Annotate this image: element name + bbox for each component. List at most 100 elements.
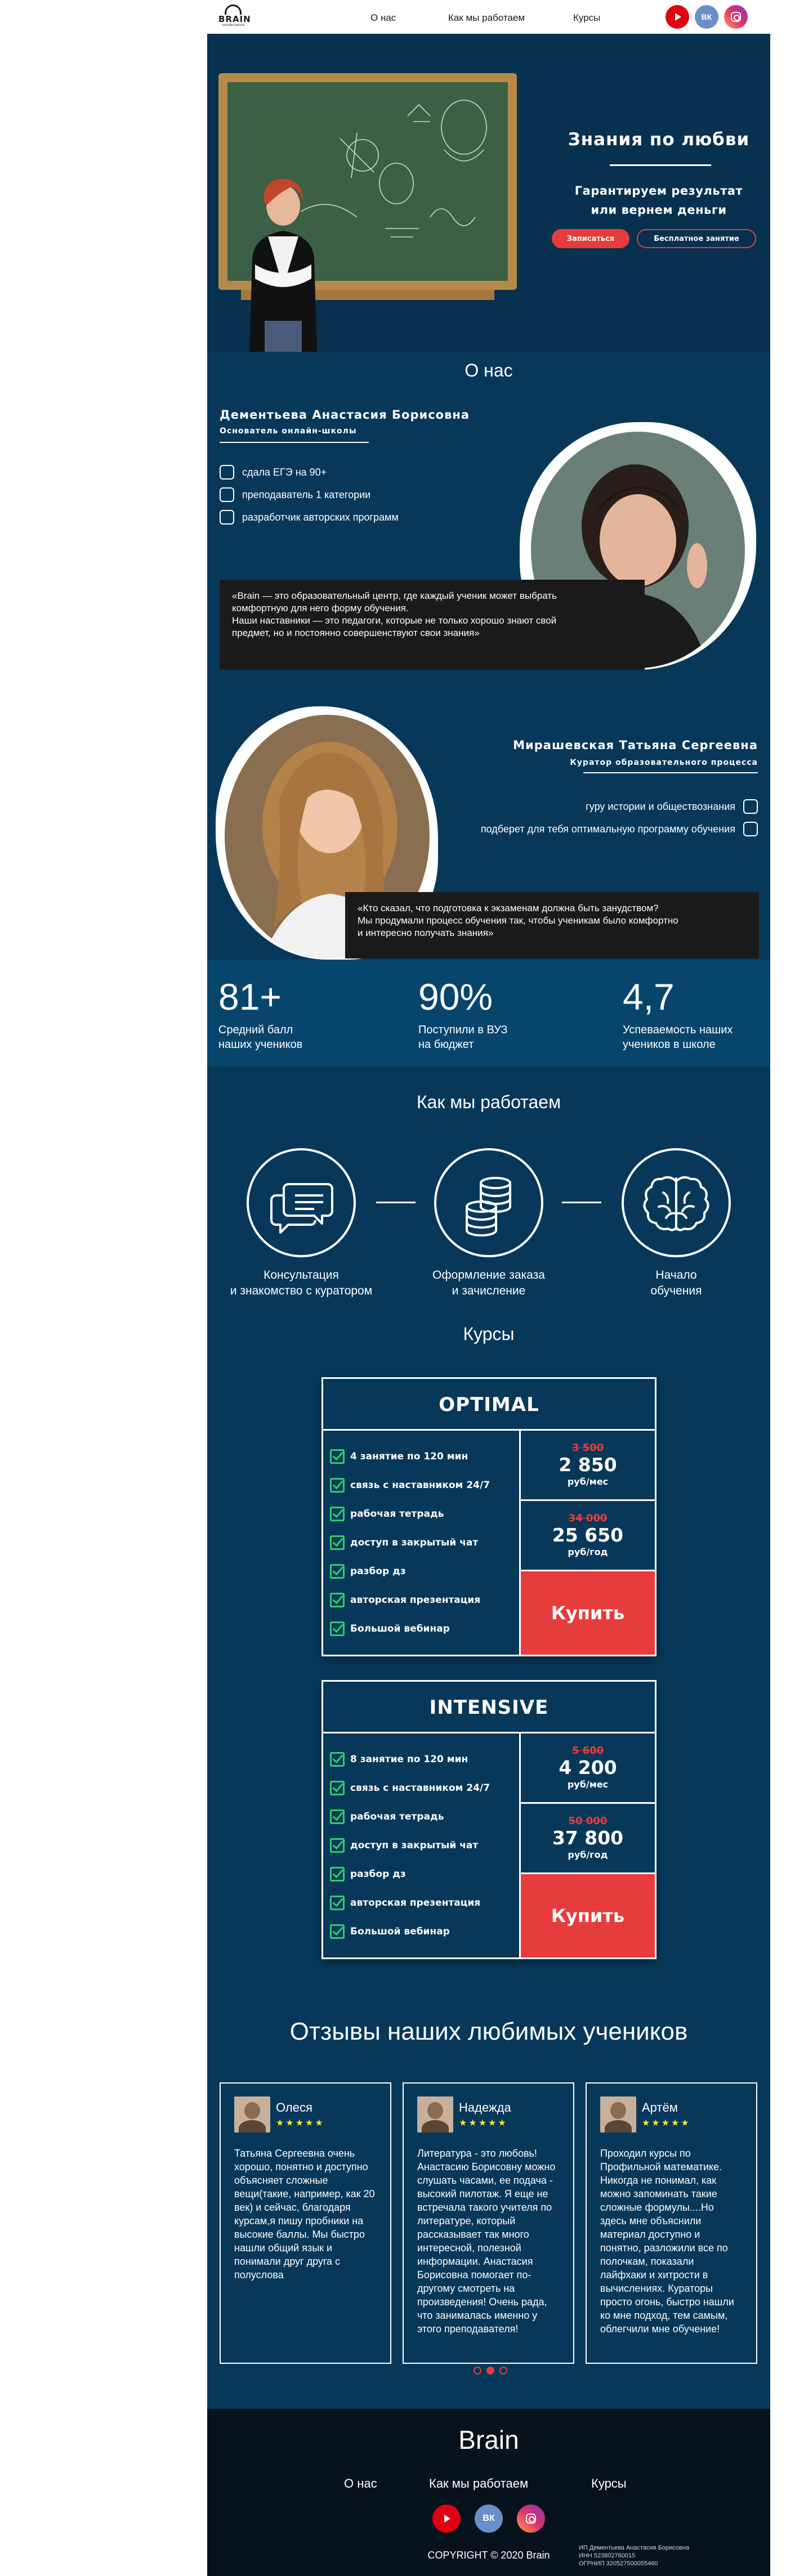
site-header: BRAIN онлайн-школа О нас Как мы работаем… [207, 0, 770, 34]
checkbox-icon [330, 1809, 345, 1824]
free-lesson-button[interactable]: Бесплатное занятие [637, 229, 756, 248]
chat-icon [270, 1183, 333, 1234]
course-feature-text: разбор дз [350, 1868, 406, 1880]
price-new: 25 650 [552, 1524, 624, 1546]
course-feature: доступ в закрытый чат [330, 1528, 516, 1557]
quote-line: предмет, но и постоянно совершенствуют с… [232, 628, 480, 638]
nav-about[interactable]: О нас [370, 12, 396, 24]
founder-role: Основатель онлайн-школы [220, 427, 357, 436]
step-label-line: и зачисление [452, 1284, 526, 1297]
reviews-title: Отзывы наших любимых учеников [289, 2018, 688, 2045]
hero-section: Знания по любви Гарантируем результат ил… [207, 34, 770, 352]
course-feature-text: связь с наставником 24/7 [350, 1479, 490, 1491]
carousel-dot[interactable] [474, 2367, 481, 2375]
review-text: Проходил курсы по Профильной математике.… [600, 2148, 734, 2335]
course-feature: рабочая тетрадь [330, 1802, 516, 1831]
step-circle [247, 1148, 356, 1257]
teacher-icon [743, 799, 758, 814]
course-feature-text: 4 занятие по 120 мин [350, 1450, 468, 1462]
course-feature: 8 занятие по 120 мин [330, 1745, 516, 1773]
quote-line: Наши наставники — это педагоги, которые … [232, 615, 557, 626]
course-card-intensive: INTENSIVE 8 занятие по 120 мин связь с н… [321, 1680, 656, 1959]
course-feature: разбор дз [330, 1557, 516, 1585]
footer-nav-courses[interactable]: Курсы [591, 2476, 627, 2491]
review-author: Олеся [276, 2100, 312, 2114]
page: BRAIN онлайн-школа О нас Как мы работаем… [207, 0, 770, 2576]
price-old: 3 500 [571, 1442, 604, 1454]
step-label-line: Оформление заказа [432, 1269, 545, 1282]
stat-label: Средний балл наших учеников [218, 1023, 302, 1052]
legal-line: ИНН 523802760015 [579, 2552, 636, 2559]
legal-line: ОГРНИП 320527500055460 [579, 2560, 658, 2567]
quote-line: «Кто сказал, что подготовка к экзаменам … [358, 903, 659, 913]
course-feature-list: 8 занятие по 120 мин связь с наставником… [330, 1745, 516, 1946]
star-rating-icon: ★★★★★ [459, 2118, 508, 2128]
checkbox-icon [330, 1838, 345, 1853]
puzzle-icon [220, 510, 234, 525]
checkbox-icon [330, 1924, 345, 1939]
stat-label-line: Успеваемость наших [623, 1024, 733, 1036]
course-feature: доступ в закрытый чат [330, 1831, 516, 1860]
hero-divider [610, 164, 711, 166]
stat-value: 81+ [218, 976, 282, 1018]
checkbox-icon [330, 1449, 345, 1464]
coins-icon [466, 1177, 511, 1237]
price-old: 5 600 [571, 1745, 604, 1757]
footer-nav-how-we-work[interactable]: Как мы работаем [429, 2476, 528, 2491]
footer-instagram-icon[interactable] [517, 2505, 545, 2533]
review-card: Надежда ★★★★★ Литература - это любовь! А… [403, 2082, 574, 2364]
hero-title: Знания по любви [568, 129, 750, 150]
footer-brand[interactable]: Brain [207, 2425, 770, 2455]
stat-label: Успеваемость наших учеников в школе [623, 1023, 733, 1052]
vk-icon[interactable]: ВК [695, 5, 718, 29]
checkbox-icon [330, 1621, 345, 1636]
step-label-line: и знакомство с куратором [230, 1284, 373, 1297]
review-header: Олеся ★★★★★ [234, 2095, 377, 2134]
nav-how-we-work[interactable]: Как мы работаем [448, 12, 525, 24]
founder-feature: преподаватель 1 категории [220, 487, 370, 503]
quote-line: «Brain — это образовательный центр, где … [232, 590, 557, 601]
stat-value: 90% [418, 976, 493, 1018]
course-feature: авторская презентация [330, 1888, 516, 1917]
logo[interactable]: BRAIN онлайн-школа [218, 5, 251, 29]
instagram-icon[interactable] [724, 5, 748, 29]
star-rating-icon: ★★★★★ [276, 2118, 325, 2128]
price-unit: руб/год [568, 1547, 608, 1557]
site-footer: Brain О нас Как мы работаем Курсы ВК COP… [207, 2409, 770, 2576]
course-feature-text: рабочая тетрадь [350, 1811, 444, 1822]
price-new: 37 800 [552, 1827, 624, 1849]
review-header: Артём ★★★★★ [600, 2095, 743, 2134]
youtube-icon[interactable] [666, 5, 689, 29]
course-feature-text: Большой вебинар [350, 1925, 450, 1937]
price-old: 50 000 [568, 1815, 608, 1827]
review-card: Артём ★★★★★ Проходил курсы по Профильной… [586, 2082, 757, 2364]
founder-name: Дементьева Анастасия Борисовна [220, 408, 470, 422]
price-monthly: 3 500 2 850 руб/мес [521, 1431, 655, 1501]
checkbox-icon [330, 1751, 345, 1767]
carousel-dot[interactable] [499, 2367, 507, 2375]
footer-nav-about[interactable]: О нас [344, 2476, 377, 2491]
course-feature: 4 занятие по 120 мин [330, 1442, 516, 1471]
checkbox-icon [330, 1506, 345, 1521]
footer-vk-icon[interactable]: ВК [475, 2505, 503, 2533]
teacher-photo [249, 178, 317, 352]
signup-button[interactable]: Записаться [552, 229, 629, 248]
course-feature-text: связь с наставником 24/7 [350, 1782, 490, 1794]
buy-button-intensive[interactable]: Купить [521, 1874, 655, 1957]
stat-label-line: на бюджет [418, 1038, 474, 1051]
review-header: Надежда ★★★★★ [417, 2095, 560, 2134]
nav-courses[interactable]: Курсы [573, 12, 600, 24]
footer-youtube-icon[interactable] [432, 2505, 461, 2533]
quote-line: и интересно получать знания» [358, 928, 494, 938]
star-rating-icon: ★★★★★ [642, 2118, 691, 2128]
carousel-dot-active[interactable] [486, 2367, 494, 2375]
course-feature-text: 8 занятие по 120 мин [350, 1753, 468, 1765]
review-author: Артём [642, 2100, 678, 2114]
course-name: INTENSIVE [323, 1682, 655, 1733]
vk-label: ВК [483, 2514, 495, 2523]
price-unit: руб/год [568, 1849, 608, 1860]
buy-button-optimal[interactable]: Купить [521, 1571, 655, 1655]
rocket-icon [743, 822, 758, 836]
checkbox-icon [330, 1780, 345, 1795]
course-feature-text: авторская презентация [350, 1897, 481, 1909]
